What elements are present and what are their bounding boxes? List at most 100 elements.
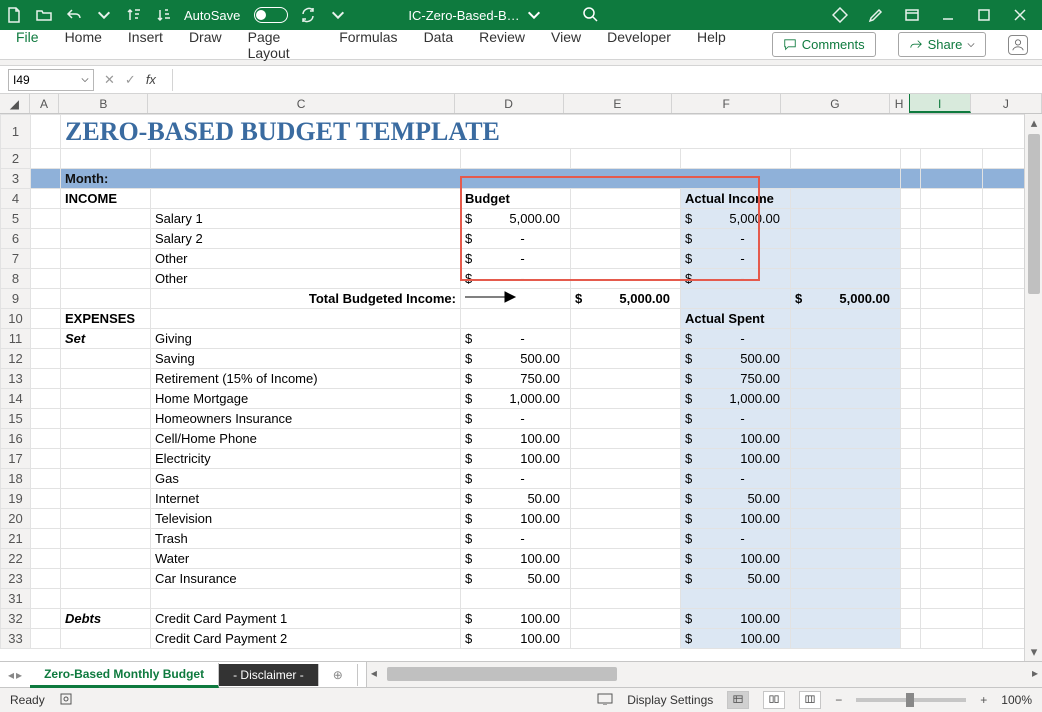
cell[interactable] [31,449,61,469]
diamond-icon[interactable] [830,5,850,25]
cell[interactable] [31,249,61,269]
col-header[interactable]: D [455,94,564,113]
sort-desc-icon[interactable] [154,5,174,25]
row-header[interactable]: 12 [1,349,31,369]
cell[interactable] [921,489,983,509]
expense-item-actual[interactable]: $100.00 [681,549,791,569]
row-header[interactable]: 3 [1,169,31,189]
cell[interactable] [31,309,61,329]
cell[interactable] [571,269,681,289]
set-label[interactable]: Set [61,329,151,349]
cell[interactable] [791,309,901,329]
comments-button[interactable]: Comments [772,32,876,57]
sort-asc-icon[interactable] [124,5,144,25]
maximize-icon[interactable] [974,5,994,25]
cell[interactable] [31,229,61,249]
normal-view-button[interactable] [727,691,749,709]
cell[interactable] [921,609,983,629]
formula-input[interactable] [172,69,1042,91]
expense-item-name[interactable]: Water [151,549,461,569]
cell[interactable] [61,509,151,529]
vertical-scrollbar[interactable]: ▴ ▾ [1024,114,1042,661]
cell[interactable] [31,409,61,429]
cell[interactable] [31,189,61,209]
cell[interactable] [791,609,901,629]
cell[interactable] [901,189,921,209]
cell[interactable] [901,569,921,589]
cell[interactable] [61,529,151,549]
cell[interactable] [571,629,681,649]
cell[interactable] [151,589,461,609]
cell[interactable] [31,149,61,169]
cell[interactable] [791,569,901,589]
expense-item-actual[interactable]: $- [681,469,791,489]
income-header[interactable]: INCOME [61,189,151,209]
cell[interactable] [31,609,61,629]
expenses-header[interactable]: EXPENSES [61,309,151,329]
income-item-name[interactable]: Other [151,249,461,269]
expense-item-name[interactable]: Saving [151,349,461,369]
cell[interactable] [61,389,151,409]
cell[interactable] [31,489,61,509]
cell[interactable] [901,169,921,189]
row-header[interactable]: 2 [1,149,31,169]
zoom-slider[interactable] [856,698,966,702]
row-header[interactable]: 31 [1,589,31,609]
row-header[interactable]: 9 [1,289,31,309]
cell[interactable] [31,115,61,149]
autosave-toggle[interactable] [254,7,288,23]
display-settings-label[interactable]: Display Settings [627,693,713,707]
expense-item-actual[interactable]: $- [681,529,791,549]
cell[interactable] [921,389,983,409]
cell[interactable] [921,269,983,289]
cell[interactable] [921,529,983,549]
cell[interactable] [791,529,901,549]
row-header[interactable]: 13 [1,369,31,389]
budget-header[interactable]: Budget [461,189,571,209]
filename-area[interactable]: IC-Zero-Based-B… [408,7,541,23]
expense-item-name[interactable]: Home Mortgage [151,389,461,409]
row-header[interactable]: 10 [1,309,31,329]
cell[interactable] [921,409,983,429]
cell[interactable] [31,389,61,409]
cell[interactable] [791,369,901,389]
cell[interactable] [901,469,921,489]
expense-item-name[interactable]: Gas [151,469,461,489]
cell[interactable] [61,249,151,269]
sheet-tab[interactable]: - Disclaimer - [219,664,319,686]
cell[interactable] [571,509,681,529]
row-header[interactable]: 7 [1,249,31,269]
expense-item-actual[interactable]: $750.00 [681,369,791,389]
expense-item-actual[interactable]: $100.00 [681,429,791,449]
cell[interactable] [681,589,791,609]
display-settings-icon[interactable] [597,693,613,708]
cell[interactable] [901,529,921,549]
row-header[interactable]: 5 [1,209,31,229]
expense-item-name[interactable]: Electricity [151,449,461,469]
cell[interactable] [791,629,901,649]
ribbon-tab-home[interactable]: Home [63,25,104,65]
close-icon[interactable] [1010,5,1030,25]
expense-item-budget[interactable]: $100.00 [461,549,571,569]
ribbon-tab-draw[interactable]: Draw [187,25,224,65]
cell[interactable] [791,489,901,509]
scroll-down-icon[interactable]: ▾ [1025,643,1042,661]
ribbon-tab-developer[interactable]: Developer [605,25,673,65]
debt-item-budget[interactable]: $100.00 [461,609,571,629]
row-header[interactable]: 15 [1,409,31,429]
ribbon-tab-formulas[interactable]: Formulas [337,25,399,65]
cell[interactable] [901,209,921,229]
cell[interactable] [901,149,921,169]
cell[interactable] [571,149,681,169]
cell[interactable] [901,369,921,389]
scroll-thumb[interactable] [1028,134,1040,294]
sheet-tab-active[interactable]: Zero-Based Monthly Budget [30,663,219,688]
debt-item-actual[interactable]: $100.00 [681,609,791,629]
ribbon-tab-review[interactable]: Review [477,25,527,65]
cell[interactable] [791,269,901,289]
expense-item-name[interactable]: Internet [151,489,461,509]
cell[interactable] [31,549,61,569]
ribbon-tab-help[interactable]: Help [695,25,728,65]
cell[interactable] [571,469,681,489]
expense-item-name[interactable]: Giving [151,329,461,349]
